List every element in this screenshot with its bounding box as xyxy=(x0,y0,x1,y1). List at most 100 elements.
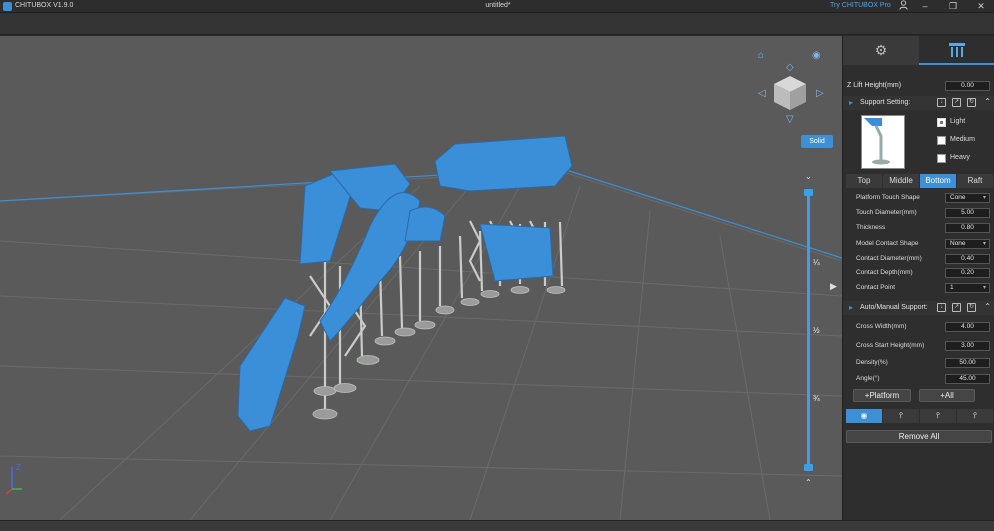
export-icon[interactable]: ↗ xyxy=(952,303,961,312)
contact-depth-label: Contact Depth(mm) xyxy=(856,269,913,276)
status-bar xyxy=(0,520,994,531)
touch-diameter-row: Touch Diameter(mm) 5.00 xyxy=(847,207,993,219)
import-icon[interactable]: ↓ xyxy=(937,303,946,312)
view-cube[interactable]: ⌂ ◉ ◇ ◁ ▷ ▽ xyxy=(752,48,828,138)
support-setting-title: Support Setting: xyxy=(860,99,911,106)
light-checkbox-box[interactable] xyxy=(937,118,946,127)
density-row: Density(%) 50.00 xyxy=(847,357,993,369)
add-platform-button[interactable]: +Platform xyxy=(853,389,911,402)
tab-support[interactable] xyxy=(919,36,994,65)
slider-top-knob[interactable] xyxy=(804,189,813,196)
title-bar: CHITUBOX V1.9.0 untitled* Try CHITUBOX P… xyxy=(0,0,994,13)
slider-label-three-quarter: ¾ xyxy=(813,394,820,403)
z-lift-row: Z Lift Height(mm) 0.00 xyxy=(847,80,993,92)
contact-depth-row: Contact Depth(mm) 0.20 xyxy=(847,267,993,279)
cross-width-row: Cross Width(mm) 4.00 xyxy=(847,321,993,333)
support-tool-1-icon[interactable]: ⫯ xyxy=(883,409,919,423)
close-icon[interactable]: ✕ xyxy=(970,0,992,13)
section-flag-icon: ▸ xyxy=(849,98,854,107)
slider-down-icon[interactable]: ⌄ xyxy=(805,172,812,181)
angle-row: Angle(°) 45.00 xyxy=(847,373,993,385)
platform-touch-shape-select[interactable]: Cone xyxy=(945,193,990,203)
solid-view-button[interactable]: Solid xyxy=(801,135,833,148)
heavy-checkbox[interactable]: Heavy xyxy=(937,152,994,164)
import-icon[interactable]: ↓ xyxy=(937,98,946,107)
user-icon[interactable] xyxy=(892,0,914,13)
z-lift-input[interactable]: 0.00 xyxy=(945,81,990,91)
tab-settings[interactable]: ⚙ xyxy=(843,36,919,65)
collapse-icon[interactable]: ⌃ xyxy=(984,97,991,106)
support-mode-toolbar: ◉ ⫯ ⫯ ⫯ xyxy=(846,409,993,423)
slider-label-quarter: ¼ xyxy=(813,258,820,267)
try-pro-link[interactable]: Try CHITUBOX Pro xyxy=(830,2,891,9)
rotate-left-icon[interactable]: ◁ xyxy=(758,88,766,99)
support-setting-header: ▸ Support Setting: ↓ ↗ ↻ ⌃ xyxy=(843,96,994,110)
medium-checkbox[interactable]: Medium xyxy=(937,134,994,146)
support-tool-3-icon[interactable]: ⫯ xyxy=(957,409,993,423)
support-preview-image xyxy=(861,115,905,169)
model-contact-shape-row: Model Contact Shape None xyxy=(847,238,993,250)
settings-icon: ⚙ xyxy=(874,42,888,58)
remove-all-button[interactable]: Remove All xyxy=(846,430,992,443)
slider-up-icon[interactable]: ⌃ xyxy=(805,478,812,487)
rotate-right-icon[interactable]: ▷ xyxy=(816,88,824,99)
touch-diameter-input[interactable]: 5.00 xyxy=(945,208,990,218)
medium-checkbox-box[interactable] xyxy=(937,136,946,145)
touch-diameter-label: Touch Diameter(mm) xyxy=(856,209,917,216)
tab-raft[interactable]: Raft xyxy=(957,174,993,188)
reset-icon[interactable]: ↻ xyxy=(967,98,976,107)
support-icon xyxy=(949,43,965,57)
collapse-icon[interactable]: ⌃ xyxy=(984,302,991,311)
contact-point-label: Contact Point xyxy=(856,284,896,291)
eye-icon[interactable]: ◉ xyxy=(846,409,882,423)
model-contact-shape-select[interactable]: None xyxy=(945,239,990,249)
auto-manual-header: ▸ Auto/Manual Support: ↓ ↗ ↻ ⌃ xyxy=(843,301,994,315)
axis-gizmo-icon: Z xyxy=(5,463,22,495)
angle-input[interactable]: 45.00 xyxy=(945,374,990,384)
reset-icon[interactable]: ↻ xyxy=(967,303,976,312)
thickness-label: Thickness xyxy=(856,224,886,231)
restore-icon[interactable]: ❐ xyxy=(942,0,964,13)
panel-tabs: ⚙ xyxy=(843,36,994,65)
contact-depth-input[interactable]: 0.20 xyxy=(945,268,990,278)
expand-panel-icon[interactable]: ▶ xyxy=(830,281,837,292)
model-mesh xyxy=(237,135,573,432)
heavy-label: Heavy xyxy=(950,154,970,161)
layer-slider[interactable] xyxy=(807,192,810,468)
3d-viewport[interactable]: ⌂ ◉ ◇ ◁ ▷ ▽ Solid ⌄ ¼ ½ ¾ ⌃ ▶ Z xyxy=(0,36,842,520)
cross-width-input[interactable]: 4.00 xyxy=(945,322,990,332)
thickness-row: Thickness 0.80 xyxy=(847,222,993,234)
cross-start-height-row: Cross Start Height(mm) 3.00 xyxy=(847,340,993,352)
toolbar-strip xyxy=(0,13,994,35)
platform-touch-shape-label: Platform Touch Shape xyxy=(856,194,920,201)
tab-bottom[interactable]: Bottom xyxy=(920,174,956,188)
rotate-down-icon[interactable]: ▽ xyxy=(786,114,794,125)
tab-top[interactable]: Top xyxy=(846,174,882,188)
add-all-button[interactable]: +All xyxy=(919,389,975,402)
density-label: Density(%) xyxy=(856,359,888,366)
contact-point-select[interactable]: 1 xyxy=(945,283,990,293)
contact-diameter-input[interactable]: 0.40 xyxy=(945,254,990,264)
density-input[interactable]: 50.00 xyxy=(945,358,990,368)
home-view-icon[interactable]: ⌂ xyxy=(758,50,764,61)
thickness-input[interactable]: 0.80 xyxy=(945,223,990,233)
light-checkbox[interactable]: Light xyxy=(937,116,994,128)
heavy-checkbox-box[interactable] xyxy=(937,154,946,163)
light-label: Light xyxy=(950,118,966,125)
cube-icon[interactable] xyxy=(772,74,808,112)
contact-diameter-label: Contact Diameter(mm) xyxy=(856,255,922,262)
eye-icon[interactable]: ◉ xyxy=(812,50,821,61)
z-lift-label: Z Lift Height(mm) xyxy=(847,82,902,89)
minimize-icon[interactable]: – xyxy=(914,0,936,13)
support-tool-2-icon[interactable]: ⫯ xyxy=(920,409,956,423)
angle-label: Angle(°) xyxy=(856,375,880,382)
cross-start-height-label: Cross Start Height(mm) xyxy=(856,342,925,349)
slider-bottom-knob[interactable] xyxy=(804,464,813,471)
svg-text:Z: Z xyxy=(16,463,21,472)
scene-render xyxy=(0,135,842,520)
cross-start-height-input[interactable]: 3.00 xyxy=(945,341,990,351)
rotate-up-icon[interactable]: ◇ xyxy=(786,62,794,73)
tab-middle[interactable]: Middle xyxy=(883,174,919,188)
export-icon[interactable]: ↗ xyxy=(952,98,961,107)
contact-diameter-row: Contact Diameter(mm) 0.40 xyxy=(847,253,993,265)
